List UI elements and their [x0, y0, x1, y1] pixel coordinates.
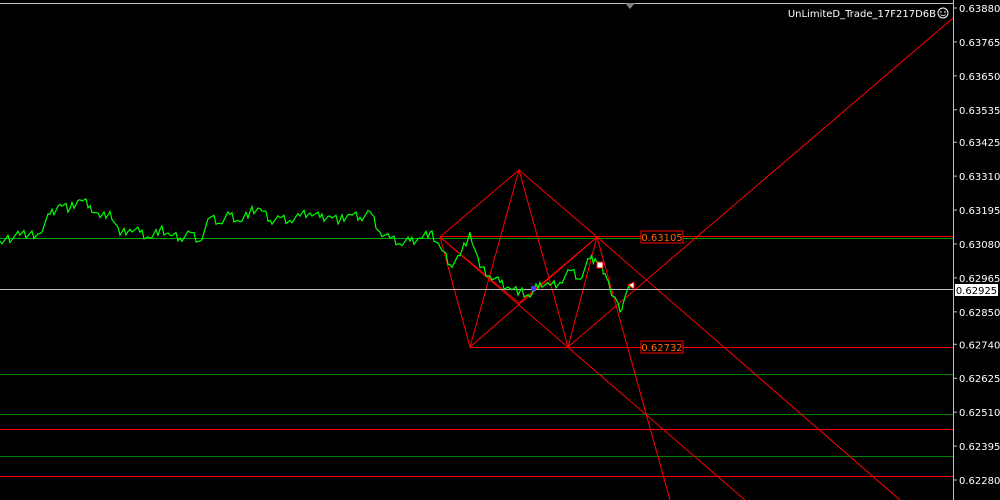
y-tick-label: 0.63535	[959, 106, 1000, 117]
y-tick-label: 0.63425	[959, 138, 1000, 149]
y-tick-label: 0.62510	[959, 408, 1000, 419]
chart-background	[0, 0, 1000, 500]
y-tick-label: 0.63080	[959, 240, 1000, 251]
sell-marker-icon	[596, 261, 604, 269]
y-tick-label: 0.63880	[959, 4, 1000, 15]
chart-title: UnLimiteD_Trade_17F217D6B	[788, 9, 936, 20]
y-tick-label: 0.63765	[959, 38, 1000, 49]
current-price-label: 0.62925	[956, 286, 997, 297]
level-label-low: 0.62732	[640, 340, 684, 354]
current-price-badge: 0.62925	[955, 284, 998, 297]
level-label-high-text: 0.63105	[641, 233, 682, 244]
y-tick-label: 0.62965	[959, 274, 1000, 285]
chart-window: 0.63105 0.62732 UnLimiteD_Trade_17F217D6…	[0, 0, 1000, 500]
price-axis: 0.63880 0.63765 0.63650 0.63535 0.63425 0.633…	[953, 4, 1000, 487]
y-tick-label: 0.62395	[959, 442, 1000, 453]
y-tick-label: 0.62850	[959, 308, 1000, 319]
y-tick-label: 0.63650	[959, 72, 1000, 83]
level-label-high: 0.63105	[640, 230, 684, 244]
level-label-low-text: 0.62732	[641, 343, 682, 354]
y-tick-label: 0.63310	[959, 172, 1000, 183]
y-tick-label: 0.62280	[959, 476, 1000, 487]
chart-svg: 0.63105 0.62732 UnLimiteD_Trade_17F217D6…	[0, 0, 1000, 500]
y-tick-label: 0.63195	[959, 206, 1000, 217]
y-tick-label: 0.62625	[959, 374, 1000, 385]
buy-marker-icon	[531, 286, 536, 291]
y-tick-label: 0.62740	[959, 340, 1000, 351]
